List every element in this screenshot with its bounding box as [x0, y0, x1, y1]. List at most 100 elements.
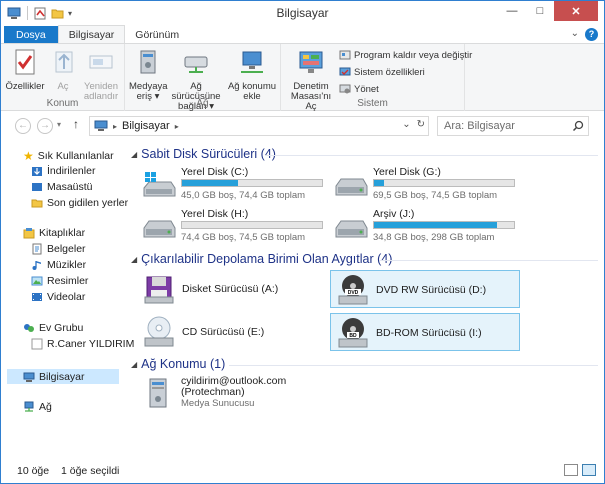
cd-drive-icon: [144, 316, 174, 347]
properties-check-icon: [15, 49, 35, 75]
refresh-icon[interactable]: ↻: [417, 119, 425, 130]
window-controls: — □ ✕: [498, 1, 598, 21]
music-icon: [32, 261, 41, 270]
network-location-item[interactable]: cyildirim@outlook.com (Protechman) Medya…: [143, 375, 343, 411]
maximize-button[interactable]: □: [526, 1, 554, 21]
open-icon: [55, 51, 73, 73]
hard-drive-icon: [335, 220, 368, 238]
add-network-location-button[interactable]: Ağ konumu ekle: [227, 47, 277, 102]
drive-h[interactable]: Yerel Disk (H:) 74,4 GB boş, 74,5 GB top…: [141, 208, 331, 246]
up-button[interactable]: ↑: [73, 117, 79, 131]
drive-usage-bar: [181, 221, 323, 229]
uninstall-program-button[interactable]: Program kaldır veya değiştir: [339, 49, 472, 61]
search-box[interactable]: Ara: Bilgisayar: [437, 116, 589, 136]
back-button[interactable]: ←: [15, 118, 31, 134]
view-switcher: [564, 464, 596, 476]
nav-videos[interactable]: Videolar: [31, 291, 85, 303]
computer-icon: [94, 120, 108, 131]
group-label-system: Sistem: [357, 98, 388, 109]
device-floppy-a[interactable]: Disket Sürücüsü (A:): [137, 270, 327, 308]
address-dropdown-icon[interactable]: ⌄: [402, 119, 410, 130]
hard-drive-icon: [143, 220, 176, 238]
nav-downloads[interactable]: İndirilenler: [31, 165, 95, 177]
close-button[interactable]: ✕: [554, 1, 598, 21]
nav-favorites[interactable]: ★ Sık Kullanılanlar: [23, 149, 114, 163]
rename-icon: [89, 55, 113, 69]
network-drive-icon: [184, 56, 208, 73]
nav-music[interactable]: Müzikler: [31, 259, 86, 271]
drive-c[interactable]: Yerel Disk (C:) 45,0 GB boş, 74,4 GB top…: [141, 166, 331, 204]
ribbon-tabs: Dosya Bilgisayar Görünüm ⌄ ?: [1, 25, 604, 44]
rename-button[interactable]: Yeniden adlandır: [81, 47, 121, 102]
group-hdd-heading[interactable]: ◢ Sabit Disk Sürücüleri (4): [131, 147, 276, 161]
downloads-icon: [32, 167, 42, 176]
drive-usage-fill: [374, 180, 384, 186]
collapse-caret-icon[interactable]: ◢: [131, 150, 137, 159]
manage-button[interactable]: Yönet: [339, 83, 379, 95]
drive-j[interactable]: Arşiv (J:) 34,8 GB boş, 298 GB toplam: [333, 208, 523, 246]
ribbon: Özellikler Aç Yeniden adlandır Konum Med…: [1, 43, 604, 112]
libraries-icon: [23, 228, 35, 239]
tiles-view-icon[interactable]: [582, 464, 596, 476]
title-bar: ▾ Bilgisayar — □ ✕: [1, 1, 604, 26]
navigation-pane: ★ Sık Kullanılanlar İndirilenler Masaüst…: [1, 141, 134, 457]
search-icon[interactable]: [572, 120, 584, 132]
device-cd-e[interactable]: CD Sürücüsü (E:): [137, 313, 327, 351]
system-properties-button[interactable]: Sistem özellikleri: [339, 66, 425, 78]
drive-g[interactable]: Yerel Disk (G:) 69,5 GB boş, 74,5 GB top…: [333, 166, 523, 204]
nav-computer[interactable]: Bilgisayar: [7, 369, 119, 384]
address-row: ← → ▾ ↑ ▸ Bilgisayar ▸ ⌄ ↻ Ara: Bilgisay…: [1, 113, 604, 139]
access-media-button[interactable]: Medyaya eriş ▾: [129, 47, 168, 102]
svg-text:DVD: DVD: [348, 290, 359, 296]
address-bar[interactable]: ▸ Bilgisayar ▸ ⌄ ↻: [89, 116, 429, 136]
recent-locations-icon[interactable]: ▾: [57, 120, 61, 129]
nav-homegroup[interactable]: Ev Grubu: [23, 322, 83, 334]
nav-desktop[interactable]: Masaüstü: [31, 181, 93, 193]
group-netloc-heading[interactable]: ◢ Ağ Konumu (1): [131, 357, 225, 371]
nav-pictures[interactable]: Resimler: [31, 275, 88, 287]
search-placeholder: Ara: Bilgisayar: [444, 120, 515, 132]
breadcrumb-separator-icon[interactable]: ▸: [113, 122, 117, 131]
programs-icon: [339, 50, 351, 60]
device-bdrom-i[interactable]: BD BD-ROM Sürücüsü (I:): [330, 313, 520, 351]
device-dvd-d[interactable]: DVD DVD RW Sürücüsü (D:): [330, 270, 520, 308]
drive-usage-bar: [373, 179, 515, 187]
group-divider: [229, 365, 598, 366]
collapse-caret-icon[interactable]: ◢: [131, 255, 137, 264]
tab-file[interactable]: Dosya: [4, 26, 58, 44]
help-icon[interactable]: ?: [585, 28, 598, 41]
properties-button[interactable]: Özellikler: [5, 47, 45, 92]
documents-icon: [32, 243, 42, 255]
computer-icon: [23, 372, 35, 382]
collapse-caret-icon[interactable]: ◢: [131, 360, 137, 369]
details-view-icon[interactable]: [564, 464, 578, 476]
homegroup-icon: [24, 324, 34, 332]
nav-recent-places[interactable]: Son gidilen yerler: [31, 197, 128, 209]
tab-computer[interactable]: Bilgisayar: [57, 25, 126, 44]
group-label-location: Konum: [46, 98, 79, 109]
forward-button[interactable]: →: [37, 118, 53, 134]
nav-documents[interactable]: Belgeler: [31, 243, 86, 255]
breadcrumb-separator-icon[interactable]: ▸: [175, 122, 179, 131]
videos-icon: [32, 293, 42, 301]
nav-homegroup-user[interactable]: R.Caner YILDIRIM: [31, 338, 134, 350]
group-removable-heading[interactable]: ◢ Çıkarılabilir Depolama Birimi Olan Ayg…: [131, 252, 392, 266]
system-drive-icon: [143, 172, 176, 197]
media-server-icon: [149, 378, 167, 408]
ribbon-group-system: Denetim Masası'nı Aç Program kaldır veya…: [281, 44, 472, 112]
selected-count: 1 öğe seçildi: [61, 465, 120, 477]
tab-view[interactable]: Görünüm: [125, 26, 189, 44]
user-icon: [31, 338, 43, 350]
ribbon-expand-icon[interactable]: ⌄: [571, 28, 579, 41]
open-button[interactable]: Aç: [49, 47, 77, 92]
pictures-icon: [31, 276, 43, 286]
group-divider: [265, 155, 598, 156]
breadcrumb-computer[interactable]: Bilgisayar: [122, 120, 170, 132]
nav-network[interactable]: Ağ: [23, 401, 52, 413]
control-panel-icon: [299, 51, 323, 73]
drive-usage-fill: [374, 222, 498, 228]
group-divider: [379, 260, 598, 261]
minimize-button[interactable]: —: [498, 1, 526, 21]
recent-places-icon: [31, 199, 43, 208]
nav-libraries[interactable]: Kitaplıklar: [23, 227, 85, 239]
